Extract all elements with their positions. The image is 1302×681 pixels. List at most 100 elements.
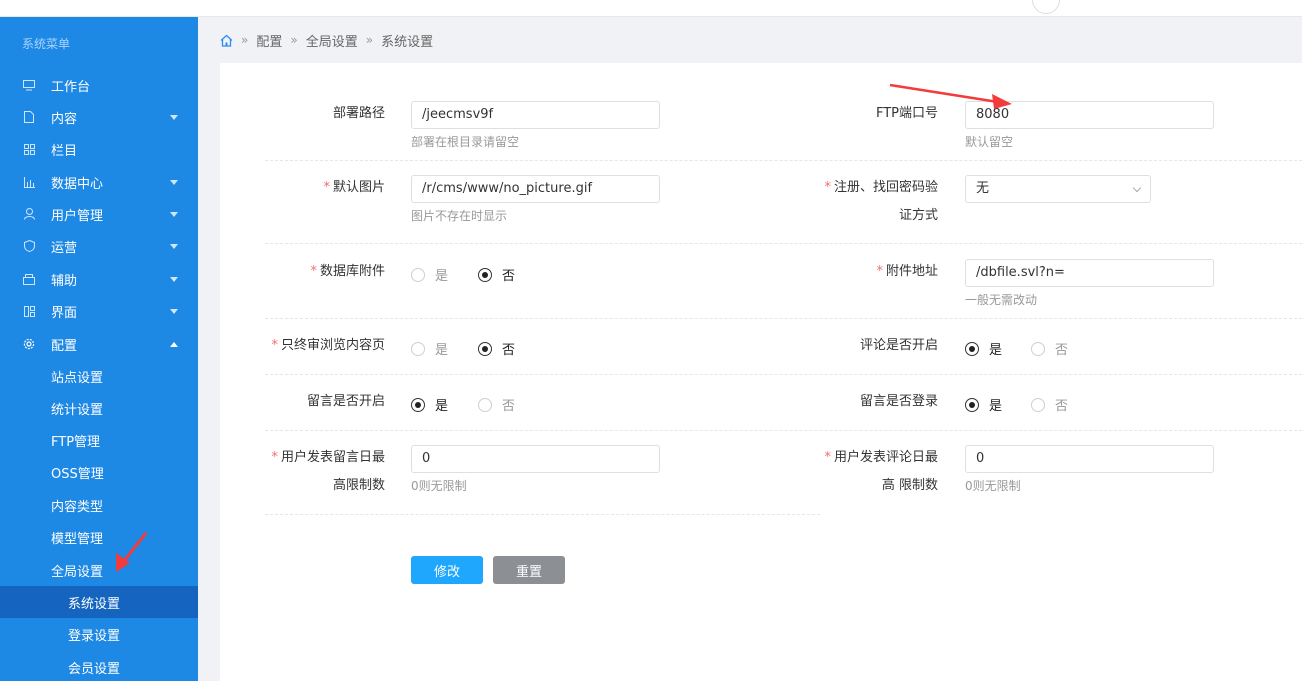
radio-dot bbox=[411, 267, 425, 282]
chevron-down-icon bbox=[170, 179, 178, 185]
radio-dot bbox=[411, 341, 425, 356]
radio-dot bbox=[478, 267, 492, 282]
top-bar bbox=[0, 0, 1302, 17]
message-open-no-radio[interactable]: 否 bbox=[478, 395, 515, 414]
breadcrumb-item: 系统设置 bbox=[381, 34, 434, 50]
verify-method-value: 无 bbox=[976, 181, 990, 196]
bar-chart-icon bbox=[22, 175, 36, 189]
submit-button[interactable]: 修改 bbox=[411, 556, 483, 584]
sidebar: 系统菜单 工作台 内容 栏目 数据中心 用户管理 运营 辅助 界面 配置 站点设… bbox=[0, 17, 198, 681]
sidebar-subitem-ftp-management[interactable]: FTP管理 bbox=[0, 424, 198, 456]
ftp-port-hint: 默认留空 bbox=[965, 135, 1014, 149]
verify-method-select[interactable]: 无 bbox=[965, 175, 1151, 203]
sidebar-subitem-stats-settings[interactable]: 统计设置 bbox=[0, 392, 198, 424]
ftp-port-input[interactable]: 8080 bbox=[965, 101, 1214, 129]
radio-dot bbox=[1031, 397, 1045, 412]
sidebar-subitem-model-management[interactable]: 模型管理 bbox=[0, 521, 198, 553]
sidebar-subitem-member-settings[interactable]: 会员设置 bbox=[0, 651, 198, 681]
sidebar-item-label: 全局设置 bbox=[51, 564, 104, 580]
sidebar-item-data-center[interactable]: 数据中心 bbox=[0, 166, 198, 198]
sidebar-item-operation[interactable]: 运营 bbox=[0, 230, 198, 262]
reset-button[interactable]: 重置 bbox=[493, 556, 565, 584]
breadcrumb-separator: » bbox=[365, 33, 374, 47]
comment-open-no-radio[interactable]: 否 bbox=[1031, 339, 1068, 358]
attachment-url-hint: 一般无需改动 bbox=[965, 293, 1038, 307]
chevron-down-icon bbox=[170, 276, 178, 282]
row-divider bbox=[265, 318, 1302, 319]
user-avatar[interactable] bbox=[1032, 0, 1060, 14]
attachment-url-input[interactable]: /dbfile.svl?n= bbox=[965, 259, 1214, 287]
sidebar-item-label: 站点设置 bbox=[51, 370, 104, 386]
row-divider bbox=[265, 160, 1302, 161]
breadcrumb: » 配置 » 全局设置 » 系统设置 bbox=[198, 17, 1302, 63]
sidebar-item-label: OSS管理 bbox=[51, 466, 104, 482]
user-comment-limit-input[interactable]: 0 bbox=[965, 445, 1214, 473]
sidebar-item-label: 配置 bbox=[51, 338, 78, 354]
user-message-limit-label-line2: 高限制数 bbox=[332, 478, 385, 493]
sidebar-item-content[interactable]: 内容 bbox=[0, 101, 198, 133]
sidebar-item-label: 辅助 bbox=[51, 273, 78, 289]
sidebar-item-label: 模型管理 bbox=[51, 531, 104, 547]
sidebar-item-label: 运营 bbox=[51, 240, 78, 256]
gear-icon bbox=[22, 337, 36, 351]
settings-form: 部署路径 /jeecmsv9f 部署在根目录请留空 FTP端口号 8080 默认… bbox=[220, 63, 1302, 681]
chevron-down-icon bbox=[170, 114, 178, 120]
box-icon bbox=[22, 272, 36, 286]
deploy-path-input[interactable]: /jeecmsv9f bbox=[411, 101, 660, 129]
row-divider bbox=[265, 430, 1302, 431]
deploy-path-label: 部署路径 bbox=[332, 106, 385, 121]
sidebar-item-label: 界面 bbox=[51, 305, 78, 321]
breadcrumb-item[interactable]: 全局设置 bbox=[306, 31, 358, 50]
chevron-down-icon bbox=[170, 211, 178, 217]
default-image-input[interactable]: /r/cms/www/no_picture.gif bbox=[411, 175, 660, 203]
terminal-browse-yes-radio[interactable]: 是 bbox=[411, 339, 448, 358]
sidebar-item-label: 工作台 bbox=[51, 79, 91, 95]
radio-dot bbox=[965, 397, 979, 412]
user-message-limit-input[interactable]: 0 bbox=[411, 445, 660, 473]
sidebar-item-column[interactable]: 栏目 bbox=[0, 133, 198, 165]
db-attachment-yes-radio[interactable]: 是 bbox=[411, 265, 448, 284]
db-attachment-no-radio[interactable]: 否 bbox=[478, 265, 515, 284]
user-comment-limit-label: * 用户发表评论日最 bbox=[824, 450, 938, 465]
radio-dot bbox=[965, 341, 979, 356]
sidebar-item-label: 数据中心 bbox=[51, 176, 104, 192]
comment-open-yes-radio[interactable]: 是 bbox=[965, 339, 1002, 358]
sidebar-subitem-system-settings[interactable]: 系统设置 bbox=[0, 586, 198, 618]
user-message-limit-hint: 0则无限制 bbox=[411, 479, 467, 493]
sidebar-item-label: 登录设置 bbox=[68, 628, 121, 644]
sidebar-subitem-global-settings[interactable]: 全局设置 bbox=[0, 554, 198, 586]
comment-open-label: 评论是否开启 bbox=[859, 338, 938, 353]
sidebar-item-label: 内容类型 bbox=[51, 499, 104, 515]
sidebar-item-user-management[interactable]: 用户管理 bbox=[0, 198, 198, 230]
sidebar-item-label: 用户管理 bbox=[51, 208, 104, 224]
default-image-label: * 默认图片 bbox=[323, 180, 385, 195]
default-image-hint: 图片不存在时显示 bbox=[411, 209, 508, 223]
layout-icon bbox=[22, 304, 36, 318]
deploy-path-hint: 部署在根目录请留空 bbox=[411, 135, 520, 149]
sidebar-item-label: 系统设置 bbox=[68, 596, 121, 612]
message-login-yes-radio[interactable]: 是 bbox=[965, 395, 1002, 414]
message-open-yes-radio[interactable]: 是 bbox=[411, 395, 448, 414]
sidebar-item-config[interactable]: 配置 bbox=[0, 328, 198, 360]
sidebar-item-workbench[interactable]: 工作台 bbox=[0, 69, 198, 101]
user-comment-limit-hint: 0则无限制 bbox=[965, 479, 1021, 493]
sidebar-subitem-oss-management[interactable]: OSS管理 bbox=[0, 456, 198, 488]
sidebar-subitem-site-settings[interactable]: 站点设置 bbox=[0, 360, 198, 392]
terminal-browse-no-radio[interactable]: 否 bbox=[478, 339, 515, 358]
breadcrumb-separator: » bbox=[290, 33, 298, 47]
chevron-down-icon bbox=[1132, 183, 1142, 193]
grid-icon bbox=[22, 142, 36, 156]
sidebar-item-auxiliary[interactable]: 辅助 bbox=[0, 263, 198, 295]
sidebar-title: 系统菜单 bbox=[22, 37, 71, 51]
radio-dot bbox=[411, 397, 425, 412]
sidebar-subitem-login-settings[interactable]: 登录设置 bbox=[0, 618, 198, 650]
sidebar-item-interface[interactable]: 界面 bbox=[0, 295, 198, 327]
sidebar-subitem-content-types[interactable]: 内容类型 bbox=[0, 489, 198, 521]
verify-method-label-line2: 证方式 bbox=[898, 208, 938, 223]
sidebar-item-label: 内容 bbox=[51, 111, 78, 127]
terminal-browse-label: * 只终审浏览内容页 bbox=[271, 338, 385, 353]
sidebar-item-label: 会员设置 bbox=[68, 661, 121, 677]
message-login-no-radio[interactable]: 否 bbox=[1031, 395, 1068, 414]
home-icon[interactable] bbox=[220, 34, 233, 47]
breadcrumb-item[interactable]: 配置 bbox=[256, 31, 282, 50]
